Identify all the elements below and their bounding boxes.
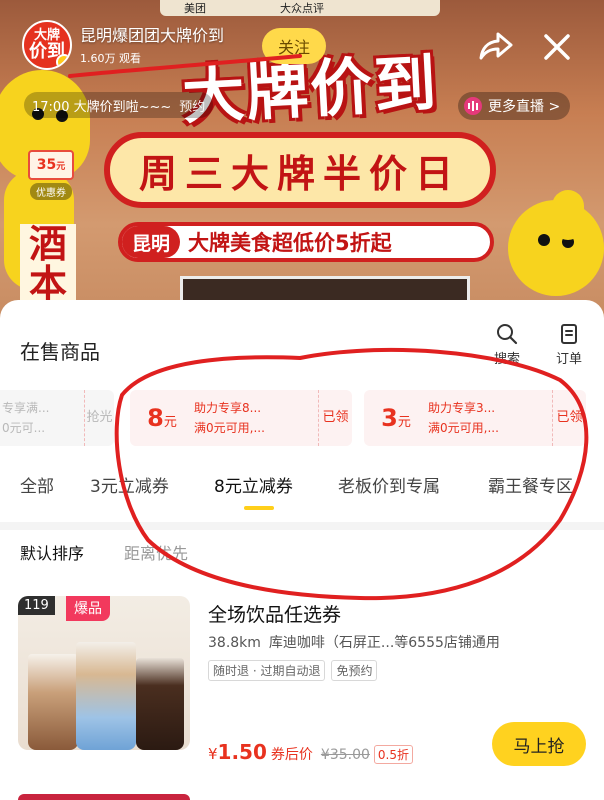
coupon-widget-unit: 元: [56, 161, 66, 172]
product-price: ¥1.50: [208, 740, 267, 764]
coupon-amount: 8元: [130, 404, 194, 432]
order-label: 订单: [555, 352, 582, 367]
product-sheet: 在售商品 搜索 订单 专享满... 0元可... 抢光 8元 助力专享8... …: [0, 300, 604, 800]
coupon-line-1: 助力专享3...: [428, 401, 496, 415]
banner-city: 昆明: [122, 226, 181, 258]
coupon-card-8[interactable]: 8元 助力专享8... 满0元可用,... 已领: [130, 390, 352, 446]
price-symbol: ¥: [208, 745, 218, 763]
avatar-text-top: 大牌: [33, 27, 60, 43]
search-icon: [497, 324, 518, 345]
coupon-widget-amount: 35: [36, 157, 57, 173]
search-label: 搜索: [493, 352, 520, 367]
coupon-status: 已领: [318, 390, 352, 446]
product-meta: 38.8km 库迪咖啡（石屏正...等6555店铺通用: [208, 632, 600, 652]
tab-boss-exclusive[interactable]: 老板价到专属: [338, 472, 440, 497]
coupon-line-1: 专享满...: [2, 401, 50, 415]
coupon-amount-value: 3: [381, 404, 398, 432]
coupon-card-3[interactable]: 3元 助力专享3... 满0元可用,... 已领: [364, 390, 586, 446]
side-sign: 酒 本: [20, 224, 76, 304]
live-bars-icon: [464, 97, 482, 115]
category-tabs: 全部 3元立减券 8元立减券 老板价到专属 霸王餐专区: [0, 472, 604, 512]
share-icon[interactable]: [478, 30, 514, 62]
coupon-amount-value: 8: [147, 404, 164, 432]
coupon-status: 已领: [552, 390, 586, 446]
host-avatar[interactable]: 大牌 价到: [22, 20, 72, 70]
top-strip-left-text: 美团: [184, 2, 206, 15]
product-distance: 38.8km: [208, 635, 261, 651]
product-badges: 随时退 · 过期自动退 免预约: [208, 660, 378, 681]
coupon-amount-unit: 元: [163, 415, 177, 430]
coupon-desc: 助力专享8... 满0元可用,...: [194, 398, 318, 438]
tab-8yuan-coupon[interactable]: 8元立减券: [214, 472, 293, 497]
viewer-count: 1.60万 观看: [80, 52, 141, 65]
sort-default[interactable]: 默认排序: [20, 540, 84, 564]
verified-badge-icon: [56, 54, 70, 68]
tab-free-meal[interactable]: 霸王餐专区: [488, 472, 573, 497]
section-divider: [0, 522, 604, 530]
banner-day: 周三大牌半价日: [104, 132, 496, 208]
coupon-status: 抢光: [84, 390, 114, 446]
buy-now-button[interactable]: 马上抢: [492, 722, 586, 766]
tab-all[interactable]: 全部: [20, 472, 54, 497]
more-live-label: 更多直播 >: [488, 99, 561, 115]
coupon-amount: 3元: [364, 404, 428, 432]
sort-distance[interactable]: 距离优先: [124, 540, 188, 564]
sheet-title: 在售商品: [20, 340, 100, 364]
coupon-card-sold-out[interactable]: 专享满... 0元可... 抢光: [0, 390, 114, 446]
top-strip-right-text: 大众点评: [280, 2, 324, 15]
top-app-strip: 美团 大众点评: [160, 0, 440, 16]
product-image[interactable]: 119 爆品: [18, 596, 190, 750]
coupon-line-2: 满0元可用,...: [428, 421, 499, 435]
coupon-line-1: 助力专享8...: [194, 401, 262, 415]
banner-tag: 昆明 大牌美食超低价5折起: [118, 222, 494, 262]
coupon-desc: 专享满... 0元可...: [0, 398, 84, 438]
coffee-cup-1: [28, 654, 78, 750]
side-sign-char-1: 酒: [28, 222, 67, 266]
coupon-desc: 助力专享3... 满0元可用,...: [428, 398, 552, 438]
follow-button[interactable]: 关注: [262, 28, 326, 64]
tab-3yuan-coupon[interactable]: 3元立减券: [90, 472, 169, 497]
banner-slogan: 大牌美食超低价5折起: [188, 231, 392, 255]
original-price: ¥35.00: [320, 747, 370, 763]
price-value: 1.50: [217, 740, 267, 764]
host-name[interactable]: 昆明爆团团大牌价到: [80, 22, 224, 46]
schedule-appointment[interactable]: 预约: [179, 96, 205, 115]
product-card[interactable]: 119 爆品 全场饮品任选券 38.8km 库迪咖啡（石屏正...等6555店铺通…: [18, 596, 598, 774]
coupon-ticket-icon: 35 元: [28, 150, 74, 180]
schedule-pill[interactable]: 17:00 大牌价到啦~~~ 预约: [24, 92, 214, 118]
discount-badge: 0.5折: [373, 745, 413, 764]
coupon-strip[interactable]: 专享满... 0元可... 抢光 8元 助力专享8... 满0元可用,... 已…: [0, 390, 604, 446]
side-sign-char-2: 本: [28, 262, 67, 306]
coupon-amount-unit: 元: [397, 415, 411, 430]
close-icon[interactable]: [540, 30, 574, 64]
product-store: 库迪咖啡（石屏正...等6555店铺通用: [268, 635, 500, 651]
product-tag-number: 119: [18, 596, 55, 615]
sort-row: 默认排序 距离优先: [0, 540, 604, 570]
schedule-text: 17:00 大牌价到啦~~~: [32, 99, 172, 115]
coffee-cup-2: [76, 642, 136, 750]
product-tag-hot: 爆品: [66, 596, 110, 621]
active-tab-indicator: [244, 506, 274, 510]
coupon-line-2: 0元可...: [2, 421, 46, 435]
refund-badge: 随时退 · 过期自动退: [208, 660, 326, 681]
product-title[interactable]: 全场饮品任选券: [208, 600, 341, 627]
coupon-line-2: 满0元可用,...: [194, 421, 265, 435]
more-live-button[interactable]: 更多直播 >: [458, 92, 571, 120]
order-icon: [561, 324, 577, 344]
price-row: ¥1.50 券后价 ¥35.00 0.5折: [208, 740, 413, 764]
search-button[interactable]: 搜索: [482, 322, 532, 367]
no-reservation-badge: 免预约: [331, 660, 378, 681]
coffee-cup-3: [136, 658, 184, 750]
price-note: 券后价: [270, 747, 313, 763]
coupon-widget-label: 优惠券: [30, 183, 72, 200]
order-button[interactable]: 订单: [544, 322, 594, 367]
coupon-widget[interactable]: 35 元 优惠券: [24, 150, 78, 206]
mascot-right-ear: [552, 190, 584, 240]
next-product-peek: [18, 794, 190, 800]
